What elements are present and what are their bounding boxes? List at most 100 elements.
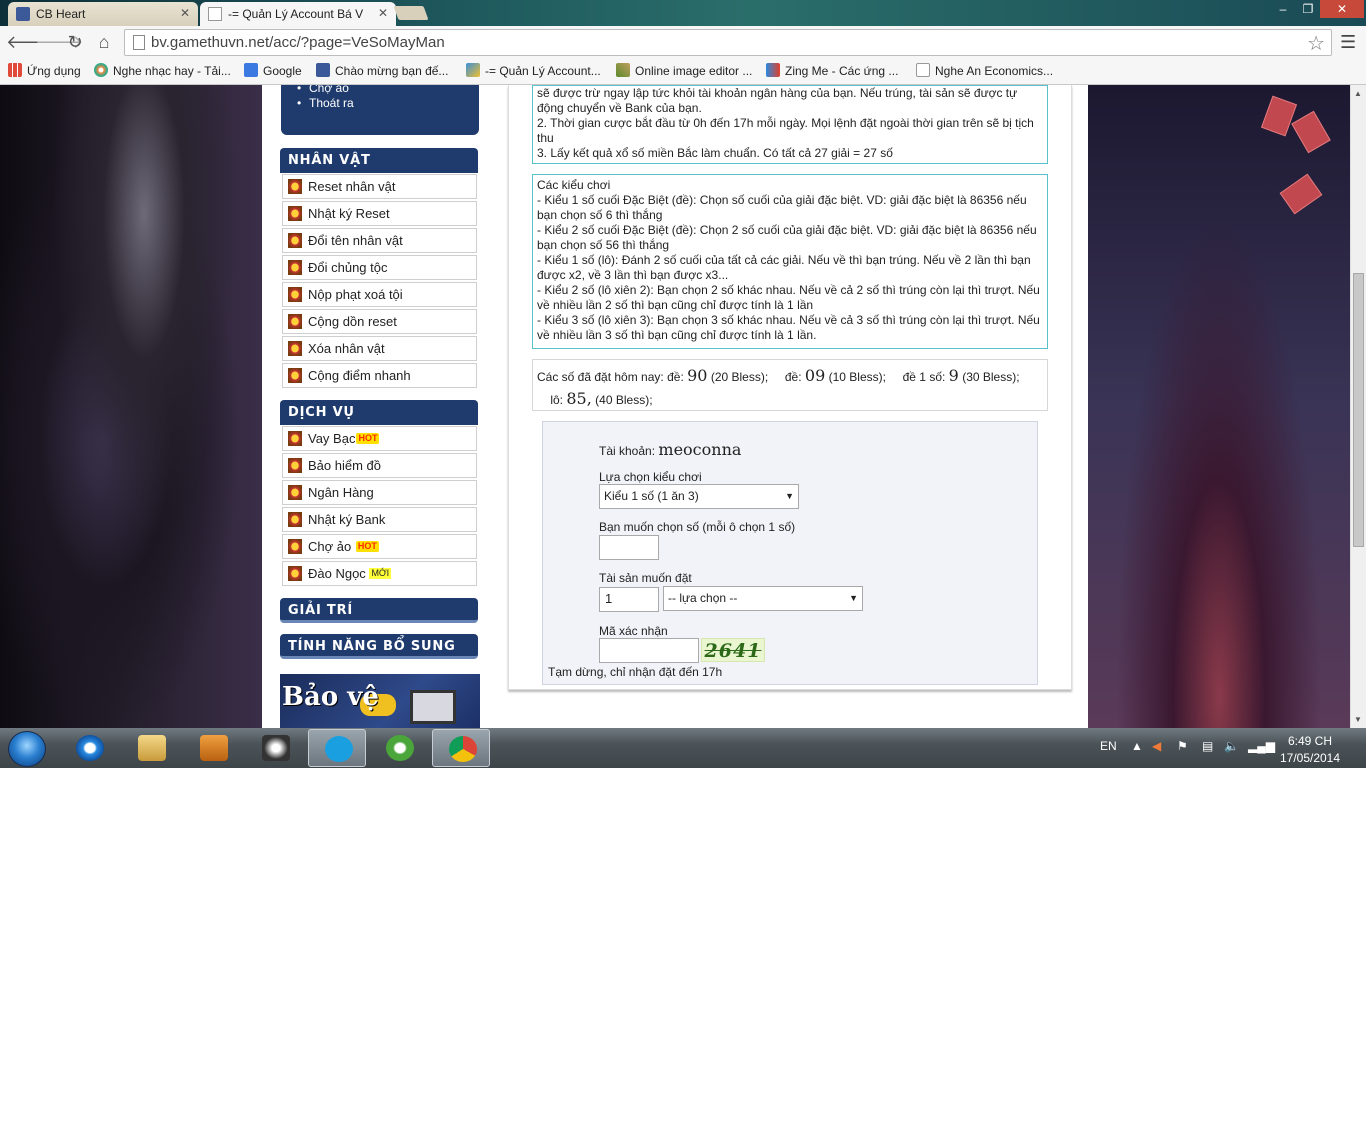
closing-notice: Tạm dừng, chỉ nhận đặt đến 17h	[548, 665, 723, 679]
internet-explorer-icon	[76, 735, 104, 761]
captcha-label: Mã xác nhận	[599, 624, 668, 638]
close-window-button[interactable]: ✕	[1320, 0, 1364, 18]
sidebar-link-cho-ao[interactable]: Chợ ảo	[291, 85, 354, 96]
sidebar-item-doi-ten[interactable]: Đổi tên nhân vật	[282, 228, 477, 253]
page-scrollbar[interactable]: ▲ ▼	[1350, 85, 1366, 728]
play-type-line: - Kiểu 1 số cuối Đặc Biệt (đề): Chọn số …	[537, 193, 1027, 222]
audio-warning-icon[interactable]: ◀	[1152, 739, 1161, 753]
sidebar-item-cho-ao[interactable]: Chợ ảo HOT	[282, 534, 477, 559]
sidebar-item-cong-diem-nhanh[interactable]: Cộng điểm nhanh	[282, 363, 477, 388]
sidebar-item-label: Xóa nhân vật	[308, 341, 385, 356]
back-arrow-icon[interactable]: 🡐	[6, 31, 54, 53]
section-header-tinh-nang-bo-sung[interactable]: TÍNH NĂNG BỔ SUNG	[280, 634, 478, 659]
device-icon[interactable]: ▤	[1202, 739, 1213, 753]
skype-icon	[325, 736, 353, 762]
browser-toolbar: 🡐 🡒 ↻ ⌂ bv.gamethuvn.net/acc/?page=VeSoM…	[0, 26, 1366, 59]
promo-banner[interactable]: Bảo vệ	[280, 674, 480, 728]
character-icon	[288, 314, 302, 329]
bookmark-image-editor[interactable]: Online image editor ...	[616, 63, 752, 78]
sidebar-item-reset-nhan-vat[interactable]: Reset nhân vật	[282, 174, 477, 199]
home-icon[interactable]: ⌂	[93, 31, 115, 53]
bookmark-nghe-an[interactable]: Nghe An Economics...	[916, 63, 1053, 78]
network-signal-icon[interactable]: ▂▄▆	[1248, 739, 1275, 753]
sidebar-item-nhat-ky-bank[interactable]: Nhật ký Bank	[282, 507, 477, 532]
bookmark-zing-me[interactable]: Zing Me - Các ứng ...	[766, 63, 898, 78]
page-icon	[208, 7, 222, 21]
background-art-right	[1088, 85, 1350, 728]
play-icon	[766, 63, 780, 77]
action-center-flag-icon[interactable]: ⚑	[1177, 739, 1188, 753]
account-row: Tài khoản: meoconna	[599, 440, 741, 459]
screen: CB Heart ✕ -= Quản Lý Account Bá V ✕ – ❐…	[0, 0, 1366, 768]
sidebar-item-dao-ngoc[interactable]: Đào Ngọc MỚI	[282, 561, 477, 586]
sidebar-item-doi-chung-toc[interactable]: Đổi chủng tộc	[282, 255, 477, 280]
bookmark-apps[interactable]: Ứng dụng	[8, 63, 81, 78]
scrollbar-thumb[interactable]	[1353, 273, 1364, 547]
sidebar-item-bao-hiem-do[interactable]: Bảo hiểm đồ	[282, 453, 477, 478]
minimize-button[interactable]: –	[1270, 0, 1296, 18]
taskbar-media-player[interactable]	[184, 729, 242, 767]
scroll-up-arrow-icon[interactable]: ▲	[1354, 89, 1362, 98]
tab-quan-ly-account[interactable]: -= Quản Lý Account Bá V ✕	[200, 2, 396, 26]
media-player-icon	[200, 735, 228, 761]
taskbar-game-launcher[interactable]	[246, 729, 304, 767]
play-type-select[interactable]: Kiểu 1 số (1 ăn 3) ▼	[599, 484, 799, 509]
browser-icon	[386, 735, 414, 761]
bookmark-star-icon[interactable]: ☆	[1307, 31, 1325, 56]
windows-start-button[interactable]	[8, 731, 46, 767]
sidebar-item-nop-phat[interactable]: Nộp phạt xoá tội	[282, 282, 477, 307]
dropdown-arrow-icon: ▼	[849, 593, 858, 603]
number-input[interactable]	[599, 535, 659, 560]
bet-label: đề:	[784, 370, 802, 384]
asset-label: Tài sản muốn đặt	[599, 571, 692, 585]
new-tab-button[interactable]	[393, 6, 429, 20]
address-bar[interactable]: bv.gamethuvn.net/acc/?page=VeSoMayMan ☆	[124, 29, 1332, 56]
bookmark-nghe-nhac[interactable]: Nghe nhạc hay - Tải...	[94, 63, 231, 78]
character-icon	[288, 341, 302, 356]
hamburger-menu-icon[interactable]: ☰	[1340, 32, 1356, 53]
bookmark-google[interactable]: Google	[244, 63, 302, 78]
captcha-image: 2641	[701, 638, 765, 662]
dropdown-arrow-icon: ▼	[785, 491, 794, 501]
language-indicator[interactable]: EN	[1100, 739, 1117, 753]
taskbar-internet-explorer[interactable]	[60, 729, 118, 767]
bet-stake: (40 Bless);	[595, 393, 653, 407]
windows-taskbar: EN ▲ ◀ ⚑ ▤ 🔈 ▂▄▆ 6:49 CH 17/05/2014	[0, 728, 1366, 768]
sidebar-item-cong-don-reset[interactable]: Cộng dồn reset	[282, 309, 477, 334]
sidebar-item-nhat-ky-reset[interactable]: Nhật ký Reset	[282, 201, 477, 226]
sidebar-link-thoat-ra[interactable]: Thoát ra	[291, 96, 354, 111]
sidebar-item-vay-bac[interactable]: Vay Bạc HOT	[282, 426, 477, 451]
restore-button[interactable]: ❐	[1296, 0, 1320, 18]
tab-close-icon[interactable]: ✕	[378, 6, 388, 20]
page-icon	[133, 35, 145, 50]
facebook-icon	[316, 63, 330, 77]
bookmark-label: Nghe An Economics...	[935, 64, 1054, 78]
show-hidden-icons-arrow[interactable]: ▲	[1131, 739, 1143, 753]
bookmark-label: Ứng dụng	[27, 64, 81, 78]
scroll-down-arrow-icon[interactable]: ▼	[1354, 715, 1362, 724]
asset-amount-input[interactable]: 1	[599, 587, 659, 612]
rules-box: sẽ được trừ ngay lập tức khỏi tài khoản …	[532, 85, 1048, 164]
captcha-input[interactable]	[599, 638, 699, 663]
taskbar-skype[interactable]	[308, 729, 366, 767]
asset-type-select[interactable]: -- lựa chọn -- ▼	[663, 586, 863, 611]
bookmark-quan-ly-account[interactable]: -= Quản Lý Account...	[466, 63, 601, 78]
sidebar-item-ngan-hang[interactable]: Ngân Hàng	[282, 480, 477, 505]
taskbar-chrome[interactable]	[432, 729, 490, 767]
character-icon	[288, 512, 302, 527]
forward-arrow-icon[interactable]: 🡒	[35, 31, 83, 53]
taskbar-file-explorer[interactable]	[122, 729, 180, 767]
playing-card-image	[1279, 173, 1323, 215]
reload-icon[interactable]: ↻	[64, 31, 86, 53]
character-icon	[288, 566, 302, 581]
bet-stake: (20 Bless);	[710, 370, 769, 384]
sidebar-item-xoa-nhan-vat[interactable]: Xóa nhân vật	[282, 336, 477, 361]
bookmark-facebook[interactable]: Chào mừng bạn đế...	[316, 63, 448, 78]
sidebar-item-label: Ngân Hàng	[308, 485, 374, 500]
system-clock[interactable]: 6:49 CH 17/05/2014	[1276, 733, 1344, 767]
section-header-giai-tri[interactable]: GIẢI TRÍ	[280, 598, 478, 623]
taskbar-coc-coc[interactable]	[370, 729, 428, 767]
tab-cb-heart[interactable]: CB Heart ✕	[8, 2, 198, 26]
tab-close-icon[interactable]: ✕	[180, 6, 190, 20]
volume-icon[interactable]: 🔈	[1224, 739, 1239, 753]
